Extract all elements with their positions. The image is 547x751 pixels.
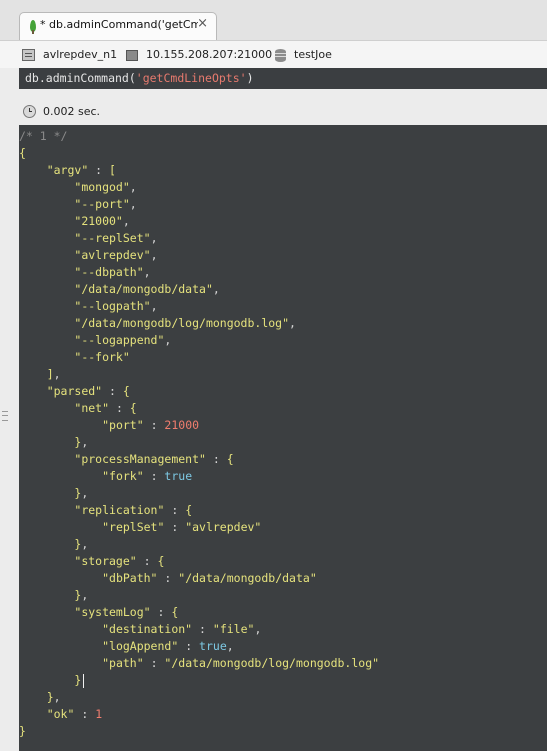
result-json: /* 1 */{ "argv" : [ "mongod", "--port", … xyxy=(19,129,380,738)
query-close-paren: ) xyxy=(246,71,254,85)
execution-time: 0.002 sec. xyxy=(43,105,101,118)
json-string: "/data/mongodb/log/mongodb.log" xyxy=(164,656,380,670)
json-key: "systemLog" xyxy=(74,605,151,619)
json-key: "fork" xyxy=(102,469,144,483)
json-key: "destination" xyxy=(102,622,193,636)
json-key: "processManagement" xyxy=(74,452,206,466)
argv-item: "--logpath" xyxy=(74,299,151,313)
argv-item: "mongod" xyxy=(74,180,130,194)
json-key: "replSet" xyxy=(102,520,165,534)
query-function: db.adminCommand( xyxy=(25,71,136,85)
query-argument: 'getCmdLineOpts' xyxy=(135,71,247,85)
json-key: "replication" xyxy=(74,503,165,517)
result-text-view[interactable]: /* 1 */{ "argv" : [ "mongod", "--port", … xyxy=(19,125,547,751)
json-key: "path" xyxy=(102,656,144,670)
database-name: testJoe xyxy=(294,48,332,61)
argv-item: "/data/mongodb/data" xyxy=(74,282,213,296)
connection-info-bar: avlrepdev_n1 10.155.208.207:21000 testJo… xyxy=(0,41,547,68)
json-key: "argv" xyxy=(46,163,89,177)
json-key: "logAppend" xyxy=(102,639,179,653)
argv-item: "avlrepdev" xyxy=(74,248,151,262)
close-icon[interactable]: × xyxy=(197,17,208,31)
server-icon xyxy=(22,49,35,61)
splitter-grip-icon[interactable] xyxy=(2,411,8,421)
argv-item: "21000" xyxy=(74,214,123,228)
server-name: avlrepdev_n1 xyxy=(43,48,118,61)
argv-item: "--fork" xyxy=(74,350,130,364)
query-tab[interactable]: * db.adminCommand('getCmdLi... × xyxy=(19,12,217,40)
database-icon xyxy=(275,48,286,62)
json-key: "dbPath" xyxy=(102,571,158,585)
clock-icon xyxy=(23,105,36,118)
execution-time-bar: 0.002 sec. xyxy=(19,100,547,125)
text-cursor xyxy=(83,673,85,688)
monitor-icon xyxy=(126,49,138,61)
query-editor[interactable]: db.adminCommand('getCmdLineOpts') xyxy=(19,68,547,89)
json-boolean: true xyxy=(164,469,193,483)
json-key: "parsed" xyxy=(46,384,103,398)
host-address: 10.155.208.207:21000 xyxy=(146,48,273,61)
mongodb-leaf-icon xyxy=(30,20,36,34)
json-number: 1 xyxy=(95,707,103,721)
json-number: 21000 xyxy=(164,418,200,432)
argv-item: "/data/mongodb/log/mongodb.log" xyxy=(74,316,290,330)
result-comment: /* 1 */ xyxy=(19,129,68,143)
server-info: avlrepdev_n1 xyxy=(22,47,117,63)
argv-item: "--replSet" xyxy=(74,231,151,245)
json-string: "file" xyxy=(212,622,255,636)
json-boolean: true xyxy=(199,639,227,653)
argv-item: "--port" xyxy=(74,197,130,211)
host-info: 10.155.208.207:21000 xyxy=(126,47,272,63)
json-key: "ok" xyxy=(46,707,75,721)
tab-title: * db.adminCommand('getCmdLi... xyxy=(40,18,198,31)
json-string: "avlrepdev" xyxy=(185,520,262,534)
database-info: testJoe xyxy=(275,47,332,63)
json-key: "storage" xyxy=(74,554,137,568)
json-key: "port" xyxy=(102,418,144,432)
argv-item: "--logappend" xyxy=(74,333,165,347)
json-key: "net" xyxy=(74,401,110,415)
json-string: "/data/mongodb/data" xyxy=(178,571,317,585)
argv-item: "--dbpath" xyxy=(74,265,144,279)
tab-bar: * db.adminCommand('getCmdLi... × xyxy=(0,0,547,41)
